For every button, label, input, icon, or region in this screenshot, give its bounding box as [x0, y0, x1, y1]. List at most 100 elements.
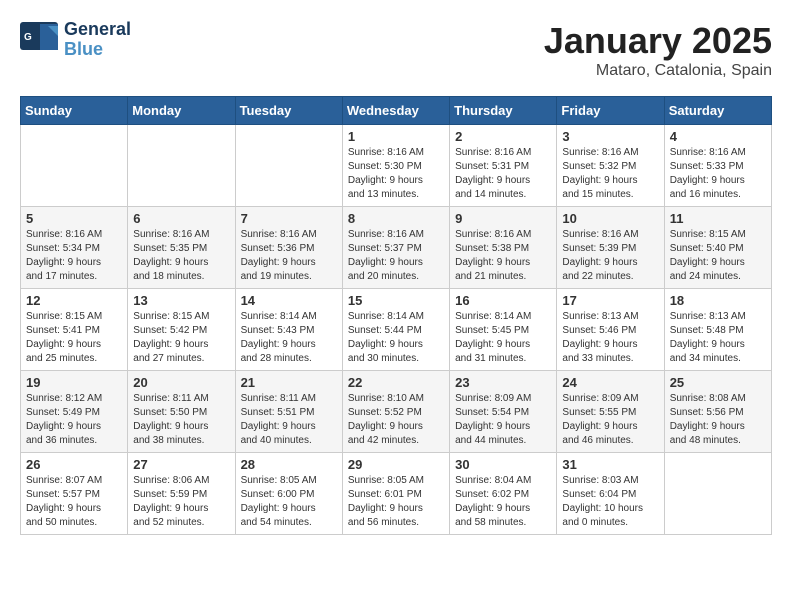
- calendar-cell: 15Sunrise: 8:14 AM Sunset: 5:44 PM Dayli…: [342, 289, 449, 371]
- weekday-header-row: SundayMondayTuesdayWednesdayThursdayFrid…: [21, 97, 772, 125]
- calendar-cell: 29 Sunrise: 8:05 AM Sunset: 6:01 PM Dayli…: [342, 453, 449, 535]
- day-info: Sunrise: 8:03 AM Sunset: 6:04 PM Dayligh…: [562, 474, 658, 530]
- day-info: Sunrise: 8:16 AM Sunset: 5:31 PM Dayligh…: [455, 146, 551, 202]
- calendar-cell: 16Sunrise: 8:14 AM Sunset: 5:45 PM Dayli…: [450, 289, 557, 371]
- day-number: 29: [348, 457, 444, 472]
- day-number: 4: [670, 129, 766, 144]
- day-number: 3: [562, 129, 658, 144]
- weekday-header: Saturday: [664, 97, 771, 125]
- calendar-cell: 27 Sunrise: 8:06 AM Sunset: 5:59 PM Dayli…: [128, 453, 235, 535]
- logo: G General Blue: [20, 20, 131, 60]
- day-number: 22: [348, 375, 444, 390]
- calendar-cell: 26Sunrise: 8:07 AM Sunset: 5:57 PM Dayli…: [21, 453, 128, 535]
- day-info: Sunrise: 8:16 AM Sunset: 5:37 PM Dayligh…: [348, 228, 444, 284]
- day-number: 5: [26, 211, 122, 226]
- day-info: Sunrise: 8:16 AM Sunset: 5:35 PM Dayligh…: [133, 228, 229, 284]
- calendar-cell: 9Sunrise: 8:16 AM Sunset: 5:38 PM Daylig…: [450, 207, 557, 289]
- calendar-cell: 28 Sunrise: 8:05 AM Sunset: 6:00 PM Dayli…: [235, 453, 342, 535]
- day-number: 6: [133, 211, 229, 226]
- calendar-cell: 24Sunrise: 8:09 AM Sunset: 5:55 PM Dayli…: [557, 371, 664, 453]
- day-number: 11: [670, 211, 766, 226]
- calendar-cell: 21 Sunrise: 8:11 AM Sunset: 5:51 PM Dayli…: [235, 371, 342, 453]
- calendar-cell: 2 Sunrise: 8:16 AM Sunset: 5:31 PM Daylig…: [450, 125, 557, 207]
- day-number: 20: [133, 375, 229, 390]
- day-number: 31: [562, 457, 658, 472]
- calendar-cell: 1 Sunrise: 8:16 AM Sunset: 5:30 PM Daylig…: [342, 125, 449, 207]
- day-number: 21: [241, 375, 337, 390]
- weekday-header: Thursday: [450, 97, 557, 125]
- day-number: 18: [670, 293, 766, 308]
- calendar-week-row: 12 Sunrise: 8:15 AM Sunset: 5:41 PM Dayli…: [21, 289, 772, 371]
- calendar-cell: 12 Sunrise: 8:15 AM Sunset: 5:41 PM Dayli…: [21, 289, 128, 371]
- day-info: Sunrise: 8:16 AM Sunset: 5:34 PM Dayligh…: [26, 228, 122, 284]
- day-info: Sunrise: 8:14 AM Sunset: 5:44 PM Dayligh…: [348, 310, 444, 366]
- calendar-cell: 5 Sunrise: 8:16 AM Sunset: 5:34 PM Daylig…: [21, 207, 128, 289]
- day-info: Sunrise: 8:05 AM Sunset: 6:00 PM Dayligh…: [241, 474, 337, 530]
- day-number: 19: [26, 375, 122, 390]
- calendar-cell: 8 Sunrise: 8:16 AM Sunset: 5:37 PM Daylig…: [342, 207, 449, 289]
- calendar-cell: 23Sunrise: 8:09 AM Sunset: 5:54 PM Dayli…: [450, 371, 557, 453]
- day-info: Sunrise: 8:11 AM Sunset: 5:51 PM Dayligh…: [241, 392, 337, 448]
- weekday-header: Monday: [128, 97, 235, 125]
- month-title: January 2025: [544, 20, 772, 62]
- calendar-cell: 3Sunrise: 8:16 AM Sunset: 5:32 PM Daylig…: [557, 125, 664, 207]
- weekday-header: Sunday: [21, 97, 128, 125]
- day-info: Sunrise: 8:16 AM Sunset: 5:30 PM Dayligh…: [348, 146, 444, 202]
- day-number: 2: [455, 129, 551, 144]
- calendar-week-row: 1 Sunrise: 8:16 AM Sunset: 5:30 PM Daylig…: [21, 125, 772, 207]
- calendar-cell: 31 Sunrise: 8:03 AM Sunset: 6:04 PM Dayli…: [557, 453, 664, 535]
- day-number: 8: [348, 211, 444, 226]
- calendar-week-row: 19Sunrise: 8:12 AM Sunset: 5:49 PM Dayli…: [21, 371, 772, 453]
- calendar-cell: [128, 125, 235, 207]
- day-info: Sunrise: 8:15 AM Sunset: 5:41 PM Dayligh…: [26, 310, 122, 366]
- calendar-cell: 17 Sunrise: 8:13 AM Sunset: 5:46 PM Dayli…: [557, 289, 664, 371]
- logo-icon: G: [20, 22, 60, 58]
- calendar-cell: 22 Sunrise: 8:10 AM Sunset: 5:52 PM Dayli…: [342, 371, 449, 453]
- day-info: Sunrise: 8:16 AM Sunset: 5:38 PM Dayligh…: [455, 228, 551, 284]
- calendar-cell: 30 Sunrise: 8:04 AM Sunset: 6:02 PM Dayli…: [450, 453, 557, 535]
- day-info: Sunrise: 8:10 AM Sunset: 5:52 PM Dayligh…: [348, 392, 444, 448]
- day-info: Sunrise: 8:05 AM Sunset: 6:01 PM Dayligh…: [348, 474, 444, 530]
- calendar-week-row: 26Sunrise: 8:07 AM Sunset: 5:57 PM Dayli…: [21, 453, 772, 535]
- calendar-cell: 11 Sunrise: 8:15 AM Sunset: 5:40 PM Dayli…: [664, 207, 771, 289]
- calendar-cell: [235, 125, 342, 207]
- calendar-cell: 10 Sunrise: 8:16 AM Sunset: 5:39 PM Dayli…: [557, 207, 664, 289]
- day-number: 28: [241, 457, 337, 472]
- calendar-cell: 14Sunrise: 8:14 AM Sunset: 5:43 PM Dayli…: [235, 289, 342, 371]
- day-number: 7: [241, 211, 337, 226]
- weekday-header: Friday: [557, 97, 664, 125]
- day-info: Sunrise: 8:06 AM Sunset: 5:59 PM Dayligh…: [133, 474, 229, 530]
- calendar-cell: 4 Sunrise: 8:16 AM Sunset: 5:33 PM Daylig…: [664, 125, 771, 207]
- calendar: SundayMondayTuesdayWednesdayThursdayFrid…: [20, 96, 772, 535]
- calendar-cell: 20Sunrise: 8:11 AM Sunset: 5:50 PM Dayli…: [128, 371, 235, 453]
- day-info: Sunrise: 8:04 AM Sunset: 6:02 PM Dayligh…: [455, 474, 551, 530]
- day-number: 27: [133, 457, 229, 472]
- day-number: 10: [562, 211, 658, 226]
- day-info: Sunrise: 8:15 AM Sunset: 5:42 PM Dayligh…: [133, 310, 229, 366]
- day-info: Sunrise: 8:15 AM Sunset: 5:40 PM Dayligh…: [670, 228, 766, 284]
- calendar-cell: 18 Sunrise: 8:13 AM Sunset: 5:48 PM Dayli…: [664, 289, 771, 371]
- day-info: Sunrise: 8:13 AM Sunset: 5:48 PM Dayligh…: [670, 310, 766, 366]
- day-info: Sunrise: 8:16 AM Sunset: 5:36 PM Dayligh…: [241, 228, 337, 284]
- day-number: 25: [670, 375, 766, 390]
- svg-text:G: G: [24, 32, 32, 43]
- logo-text-line1: General: [64, 20, 131, 40]
- day-number: 12: [26, 293, 122, 308]
- day-number: 1: [348, 129, 444, 144]
- day-number: 17: [562, 293, 658, 308]
- day-info: Sunrise: 8:14 AM Sunset: 5:45 PM Dayligh…: [455, 310, 551, 366]
- title-area: January 2025 Mataro, Catalonia, Spain: [544, 20, 772, 80]
- day-info: Sunrise: 8:07 AM Sunset: 5:57 PM Dayligh…: [26, 474, 122, 530]
- day-number: 14: [241, 293, 337, 308]
- page-header: G General Blue January 2025 Mataro, Cata…: [20, 20, 772, 80]
- calendar-cell: 6 Sunrise: 8:16 AM Sunset: 5:35 PM Daylig…: [128, 207, 235, 289]
- logo-text-line2: Blue: [64, 40, 131, 60]
- calendar-cell: 19Sunrise: 8:12 AM Sunset: 5:49 PM Dayli…: [21, 371, 128, 453]
- day-info: Sunrise: 8:16 AM Sunset: 5:33 PM Dayligh…: [670, 146, 766, 202]
- day-info: Sunrise: 8:13 AM Sunset: 5:46 PM Dayligh…: [562, 310, 658, 366]
- day-number: 30: [455, 457, 551, 472]
- calendar-cell: [664, 453, 771, 535]
- day-info: Sunrise: 8:16 AM Sunset: 5:39 PM Dayligh…: [562, 228, 658, 284]
- calendar-week-row: 5 Sunrise: 8:16 AM Sunset: 5:34 PM Daylig…: [21, 207, 772, 289]
- calendar-cell: 13Sunrise: 8:15 AM Sunset: 5:42 PM Dayli…: [128, 289, 235, 371]
